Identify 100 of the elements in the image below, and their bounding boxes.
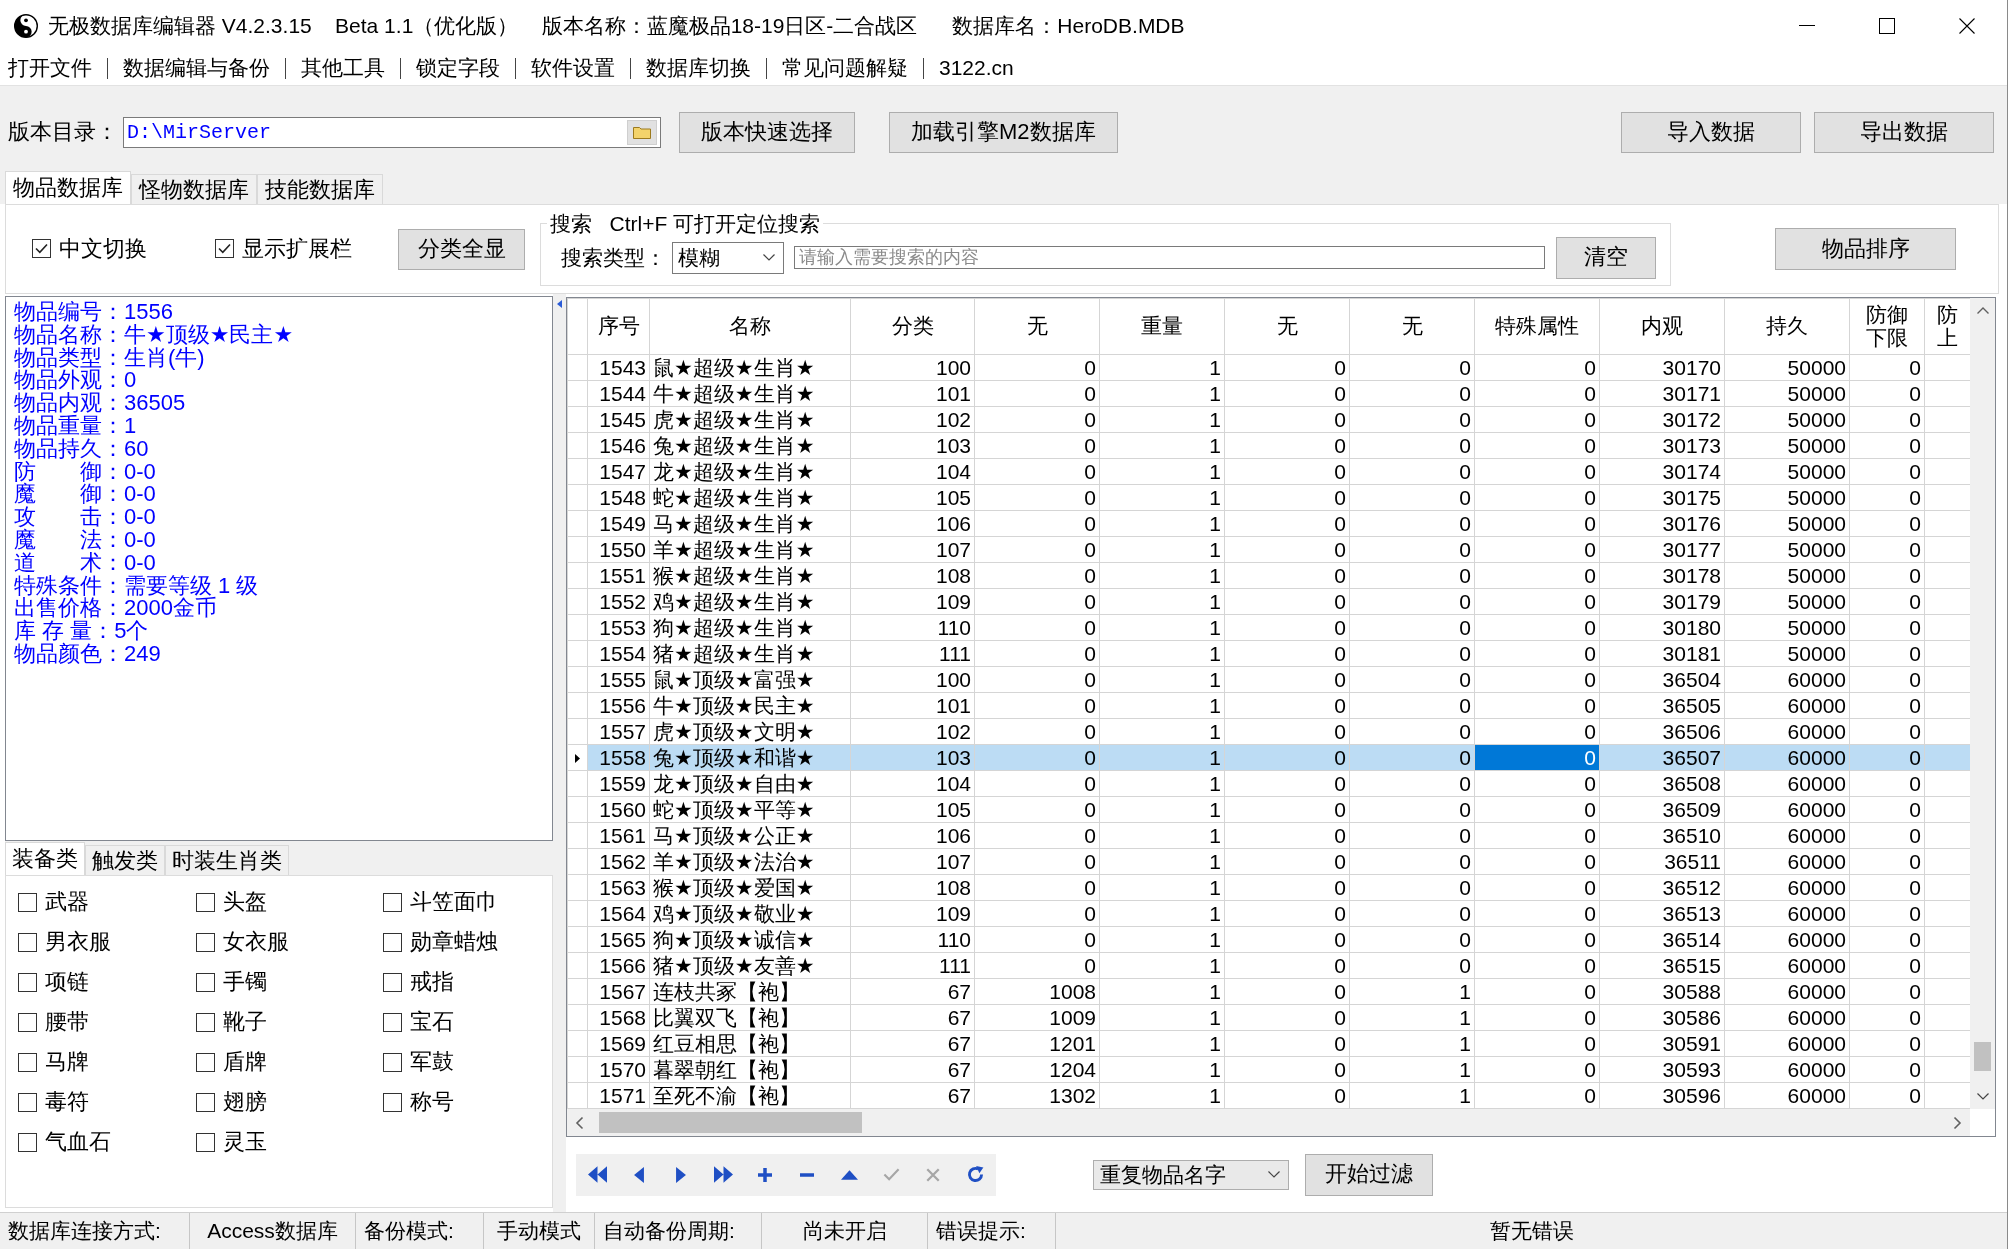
checkbox[interactable] (383, 932, 402, 952)
table-row[interactable]: 1556 牛★顶级★民主★ 101 0 1 0 0 0 36505 60000 0 (567, 692, 1970, 719)
checkbox[interactable] (18, 892, 37, 912)
toolbar-button[interactable]: 加载引擎M2数据库 (889, 111, 1118, 153)
menu-item[interactable]: 数据编辑与备份 (123, 55, 270, 81)
checkbox[interactable] (196, 1092, 215, 1112)
table-row[interactable]: 1553 狗★超级★生肖★ 110 0 1 0 0 0 30180 50000 0 (567, 614, 1970, 641)
scrollbar-thumb[interactable] (599, 1112, 862, 1133)
table-row[interactable]: 1562 羊★顶级★法治★ 107 0 1 0 0 0 36511 60000 0 (567, 848, 1970, 875)
checkbox[interactable] (32, 239, 51, 259)
table-row[interactable]: 1571 至死不渝【袍】 67 1302 1 0 1 0 30596 60000 0 (567, 1082, 1970, 1109)
checkbox[interactable] (18, 1052, 37, 1072)
checkbox-label[interactable]: 军鼓 (410, 1048, 454, 1076)
checkbox-label[interactable]: 女衣服 (223, 928, 289, 956)
table-row[interactable]: 1557 虎★顶级★文明★ 102 0 1 0 0 0 36506 60000 0 (567, 718, 1970, 745)
checkbox[interactable] (215, 239, 234, 259)
table-row[interactable]: 1552 鸡★超级★生肖★ 109 0 1 0 0 0 30179 50000 0 (567, 588, 1970, 615)
tab[interactable]: 时装生肖类 (165, 845, 289, 875)
filter-dropdown[interactable]: 重复物品名字 (1093, 1159, 1289, 1190)
checkbox-label[interactable]: 武器 (45, 888, 89, 916)
table-row[interactable]: 1551 猴★超级★生肖★ 108 0 1 0 0 0 30178 50000 0 (567, 562, 1970, 589)
tab[interactable]: 技能数据库 (257, 174, 383, 204)
checkbox[interactable] (18, 1132, 37, 1152)
checkbox-label[interactable]: 灵玉 (223, 1128, 267, 1156)
table-row[interactable]: 1549 马★超级★生肖★ 106 0 1 0 0 0 30176 50000 0 (567, 510, 1970, 537)
toolbar-button[interactable]: 版本快速选择 (679, 111, 855, 153)
checkbox-label[interactable]: 勋章蜡烛 (410, 928, 498, 956)
checkbox-label[interactable]: 气血石 (45, 1128, 111, 1156)
table-row[interactable]: 1567 连枝共冢【袍】 67 1008 1 0 1 0 30588 60000 0 (567, 978, 1970, 1005)
table-row[interactable]: 1564 鸡★顶级★敬业★ 109 0 1 0 0 0 36513 60000 0 (567, 900, 1970, 927)
table-row[interactable]: 1569 红豆相思【袍】 67 1201 1 0 1 0 30591 60000 0 (567, 1030, 1970, 1057)
checkbox[interactable] (383, 972, 402, 992)
table-row[interactable]: 1547 龙★超级★生肖★ 104 0 1 0 0 0 30174 50000 0 (567, 458, 1970, 485)
checkbox-label[interactable]: 项链 (45, 968, 89, 996)
checkbox-label[interactable]: 马牌 (45, 1048, 89, 1076)
checkbox-label[interactable]: 显示扩展栏 (242, 235, 352, 263)
table-row[interactable]: 1543 鼠★超级★生肖★ 100 0 1 0 0 0 30170 50000 0 (567, 354, 1970, 381)
tab[interactable]: 装备类 (5, 842, 85, 875)
table-row[interactable]: 1545 虎★超级★生肖★ 102 0 1 0 0 0 30172 50000 0 (567, 406, 1970, 433)
show-all-button[interactable]: 分类全显 (398, 228, 525, 270)
checkbox-label[interactable]: 毒符 (45, 1088, 89, 1116)
checkbox-label[interactable]: 腰带 (45, 1008, 89, 1036)
checkbox[interactable] (383, 1052, 402, 1072)
checkbox[interactable] (18, 972, 37, 992)
checkbox-label[interactable]: 盾牌 (223, 1048, 267, 1076)
tab[interactable]: 触发类 (85, 845, 165, 875)
table-row[interactable]: 1559 龙★顶级★自由★ 104 0 1 0 0 0 36508 60000 0 (567, 770, 1970, 797)
checkbox-label[interactable]: 手镯 (223, 968, 267, 996)
table-row[interactable]: 1570 暮翠朝红【袍】 67 1204 1 0 1 0 30593 60000 0 (567, 1056, 1970, 1083)
table-row[interactable]: 1546 兔★超级★生肖★ 103 0 1 0 0 0 30173 50000 0 (567, 432, 1970, 459)
menu-item[interactable]: 其他工具 (301, 55, 385, 81)
checkbox-label[interactable]: 翅膀 (223, 1088, 267, 1116)
checkbox[interactable] (196, 1012, 215, 1032)
checkbox-label[interactable]: 头盔 (223, 888, 267, 916)
path-field[interactable]: D:\MirServer (123, 116, 661, 148)
table-row[interactable]: 1568 比翼双飞【袍】 67 1009 1 0 1 0 30586 60000 0 (567, 1004, 1970, 1031)
checkbox[interactable] (383, 1092, 402, 1112)
table-row[interactable]: 1563 猴★顶级★爱国★ 108 0 1 0 0 0 36512 60000 0 (567, 874, 1970, 901)
filter-button[interactable]: 开始过滤 (1305, 1153, 1433, 1196)
table-row[interactable]: 1544 牛★超级★生肖★ 101 0 1 0 0 0 30171 50000 0 (567, 380, 1970, 407)
checkbox-label[interactable]: 称号 (410, 1088, 454, 1116)
tab[interactable]: 怪物数据库 (131, 174, 257, 204)
checkbox[interactable] (18, 1092, 37, 1112)
table-row[interactable]: 1566 猪★顶级★友善★ 111 0 1 0 0 0 36515 60000 0 (567, 952, 1970, 979)
search-field[interactable]: 请输入需要搜索的内容 (794, 246, 1545, 269)
browse-button[interactable] (627, 119, 657, 145)
checkbox[interactable] (196, 972, 215, 992)
table-row[interactable]: 1565 狗★顶级★诚信★ 110 0 1 0 0 0 36514 60000 0 (567, 926, 1970, 953)
menu-item[interactable]: 常见问题解疑 (782, 55, 908, 81)
checkbox-label[interactable]: 宝石 (410, 1008, 454, 1036)
toolbar-button[interactable]: 导出数据 (1814, 111, 1994, 153)
vertical-scrollbar[interactable] (1970, 298, 1995, 1109)
clear-button[interactable]: 清空 (1556, 236, 1656, 279)
sort-button[interactable]: 物品排序 (1775, 228, 1956, 270)
checkbox-label[interactable]: 斗笠面巾 (410, 888, 498, 916)
tab[interactable]: 物品数据库 (5, 171, 131, 204)
search-type-dropdown[interactable]: 模糊 (672, 241, 784, 274)
menu-item[interactable]: 数据库切换 (646, 55, 751, 81)
scrollbar-thumb[interactable] (1974, 1042, 1991, 1071)
menu-item[interactable]: 锁定字段 (416, 55, 500, 81)
table-row[interactable]: 1560 蛇★顶级★平等★ 105 0 1 0 0 0 36509 60000 0 (567, 796, 1970, 823)
checkbox-label[interactable]: 中文切换 (59, 235, 147, 263)
table-row[interactable]: 1555 鼠★顶级★富强★ 100 0 1 0 0 0 36504 60000 0 (567, 666, 1970, 693)
table-row[interactable]: 1548 蛇★超级★生肖★ 105 0 1 0 0 0 30175 50000 0 (567, 484, 1970, 511)
checkbox[interactable] (196, 932, 215, 952)
checkbox-label[interactable]: 男衣服 (45, 928, 111, 956)
checkbox[interactable] (18, 1012, 37, 1032)
table-row[interactable]: 1554 猪★超级★生肖★ 111 0 1 0 0 0 30181 50000 0 (567, 640, 1970, 667)
checkbox[interactable] (383, 1012, 402, 1032)
menu-item[interactable]: 打开文件 (8, 55, 92, 81)
table-row[interactable]: 1550 羊★超级★生肖★ 107 0 1 0 0 0 30177 50000 0 (567, 536, 1970, 563)
checkbox-label[interactable]: 戒指 (410, 968, 454, 996)
table-row[interactable]: 1561 马★顶级★公正★ 106 0 1 0 0 0 36510 60000 0 (567, 822, 1970, 849)
checkbox-label[interactable]: 靴子 (223, 1008, 267, 1036)
menu-item[interactable]: 软件设置 (531, 55, 615, 81)
table-row[interactable]: 1558 兔★顶级★和谐★ 103 0 1 0 0 0 36507 60000 0 (567, 744, 1970, 771)
checkbox[interactable] (18, 932, 37, 952)
checkbox[interactable] (196, 1052, 215, 1072)
horizontal-scrollbar[interactable] (567, 1109, 1970, 1136)
checkbox[interactable] (196, 1132, 215, 1152)
